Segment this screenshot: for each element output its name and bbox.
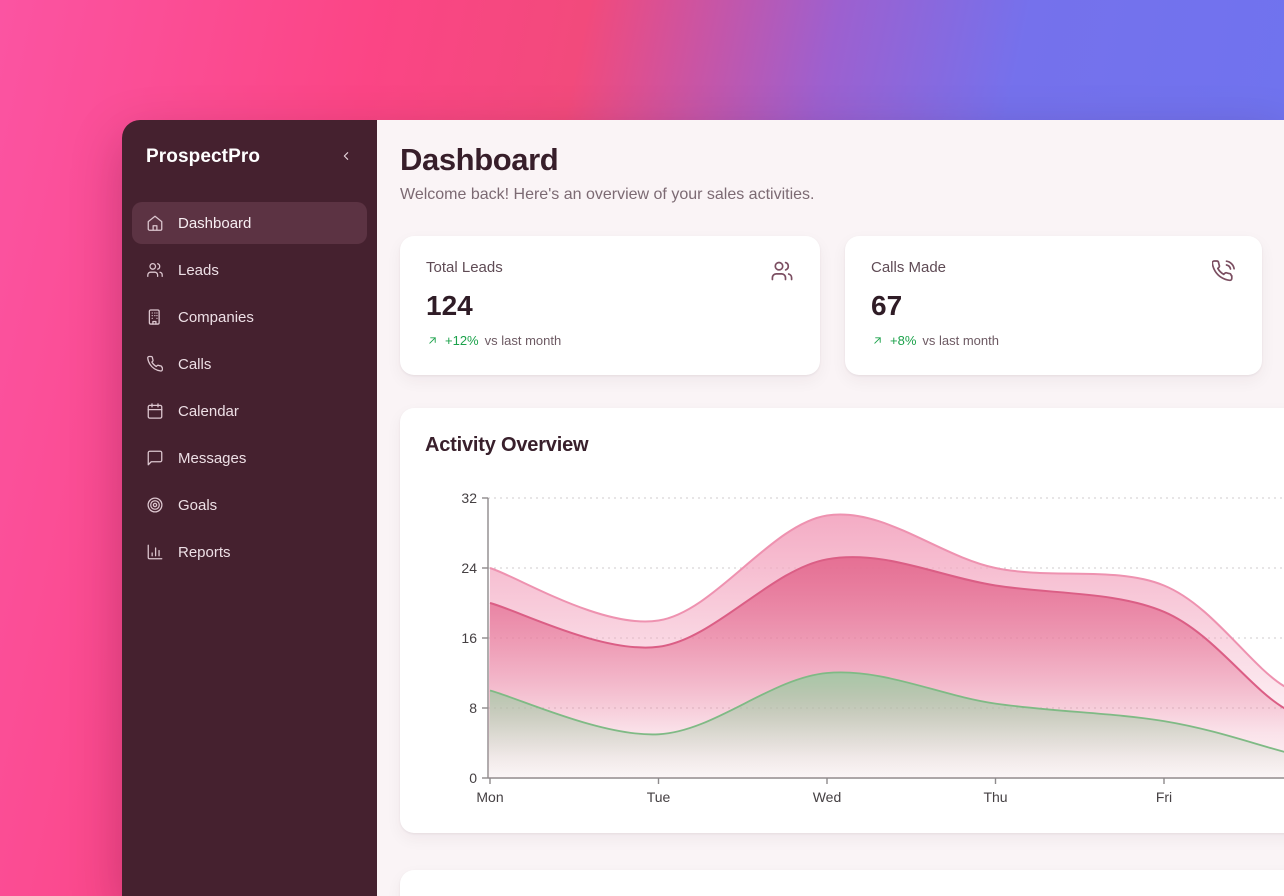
app-title: ProspectPro [146, 146, 260, 168]
sidebar-item-goals[interactable]: Goals [132, 484, 367, 526]
partial-bottom-card [400, 870, 1284, 896]
calendar-icon [146, 402, 164, 420]
users-icon [146, 261, 164, 279]
page-title: Dashboard [400, 142, 558, 178]
page-subtitle: Welcome back! Here's an overview of your… [400, 186, 814, 204]
sidebar-collapse-button[interactable] [335, 146, 357, 168]
stat-delta-percent: +8% [890, 333, 916, 348]
home-icon [146, 214, 164, 232]
sidebar: ProspectPro Dashboard Leads Companies Calls… [122, 120, 377, 896]
sidebar-item-label: Goals [178, 497, 217, 514]
target-icon [146, 496, 164, 514]
sidebar-item-label: Companies [178, 309, 254, 326]
main-content: Dashboard Welcome back! Here's an overvi… [377, 120, 1284, 896]
stat-card-total-leads: Total Leads 124 +12% vs last month [400, 236, 820, 375]
phone-call-icon [1212, 259, 1236, 283]
sidebar-item-label: Calendar [178, 403, 239, 420]
chevron-left-icon [338, 148, 354, 167]
svg-text:Thu: Thu [983, 789, 1007, 805]
stat-delta-suffix: vs last month [922, 333, 999, 348]
chart-title: Activity Overview [425, 434, 588, 457]
stat-value: 67 [871, 290, 1236, 322]
activity-chart: 0 8 16 24 32 Mon Tue Wed Thu Fri [400, 478, 1284, 828]
svg-text:24: 24 [461, 560, 477, 576]
svg-text:0: 0 [469, 770, 477, 786]
stat-label: Total Leads [426, 259, 503, 276]
stat-delta-suffix: vs last month [485, 333, 562, 348]
bar-chart-icon [146, 543, 164, 561]
svg-text:32: 32 [461, 490, 477, 506]
phone-icon [146, 355, 164, 373]
arrow-up-right-icon [871, 334, 884, 347]
arrow-up-right-icon [426, 334, 439, 347]
sidebar-item-label: Dashboard [178, 215, 251, 232]
sidebar-item-reports[interactable]: Reports [132, 531, 367, 573]
message-square-icon [146, 449, 164, 467]
sidebar-item-label: Messages [178, 450, 246, 467]
sidebar-item-label: Reports [178, 544, 231, 561]
svg-text:Mon: Mon [476, 789, 503, 805]
sidebar-item-label: Calls [178, 356, 211, 373]
stat-value: 124 [426, 290, 794, 322]
sidebar-item-label: Leads [178, 262, 219, 279]
sidebar-item-dashboard[interactable]: Dashboard [132, 202, 367, 244]
stats-grid: Total Leads124+12%vs last monthCalls Mad… [400, 236, 1262, 375]
svg-text:Fri: Fri [1156, 789, 1172, 805]
svg-text:8: 8 [469, 700, 477, 716]
sidebar-item-calendar[interactable]: Calendar [132, 390, 367, 432]
sidebar-item-messages[interactable]: Messages [132, 437, 367, 479]
stat-card-calls-made: Calls Made 67 +8% vs last month [845, 236, 1262, 375]
sidebar-item-calls[interactable]: Calls [132, 343, 367, 385]
svg-text:Wed: Wed [813, 789, 842, 805]
activity-overview-card: Activity Overview 0 8 16 24 32 Mon Tue Wed Thu Fr… [400, 408, 1284, 833]
building-icon [146, 308, 164, 326]
stat-delta-percent: +12% [445, 333, 479, 348]
users-icon [770, 259, 794, 283]
svg-text:Tue: Tue [647, 789, 671, 805]
stat-label: Calls Made [871, 259, 946, 276]
sidebar-nav: Dashboard Leads Companies Calls Calendar Mess… [122, 188, 377, 573]
sidebar-item-companies[interactable]: Companies [132, 296, 367, 338]
app-window: ProspectPro Dashboard Leads Companies Calls… [122, 120, 1284, 896]
sidebar-header: ProspectPro [122, 120, 377, 188]
svg-text:16: 16 [461, 630, 477, 646]
sidebar-item-leads[interactable]: Leads [132, 249, 367, 291]
